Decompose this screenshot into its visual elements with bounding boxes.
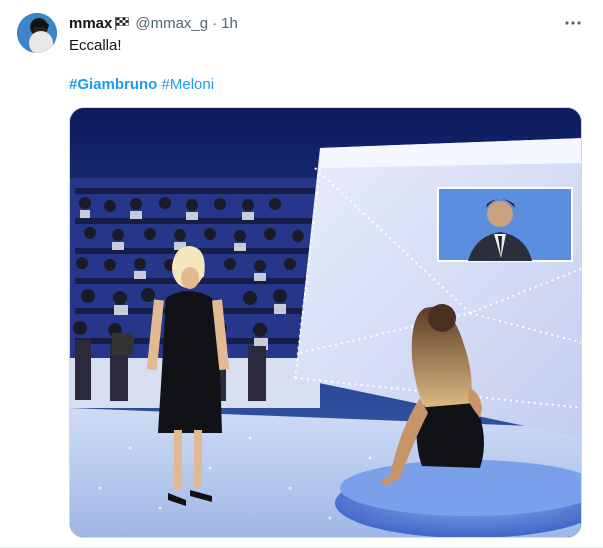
tweet-text: Eccalla! bbox=[69, 37, 122, 54]
hashtag-meloni[interactable]: #Meloni bbox=[162, 76, 215, 93]
tweet[interactable]: mmax @mmax_g · 1h Eccalla! #Giambruno #M… bbox=[0, 0, 603, 548]
chequered-flag-icon bbox=[114, 16, 130, 30]
hashtag-line: #Giambruno #Meloni bbox=[69, 75, 214, 95]
tweet-header: mmax @mmax_g · 1h bbox=[69, 13, 238, 33]
separator-dot: · bbox=[212, 14, 218, 32]
hashtag-giambruno[interactable]: #Giambruno bbox=[69, 76, 157, 93]
display-name[interactable]: mmax bbox=[69, 15, 112, 32]
avatar[interactable] bbox=[17, 13, 57, 53]
timestamp[interactable]: 1h bbox=[221, 15, 238, 32]
user-handle[interactable]: @mmax_g bbox=[135, 15, 208, 32]
more-options-icon[interactable] bbox=[562, 12, 584, 34]
tweet-media-photo[interactable] bbox=[69, 107, 582, 538]
tv-studio-photo bbox=[70, 108, 581, 537]
